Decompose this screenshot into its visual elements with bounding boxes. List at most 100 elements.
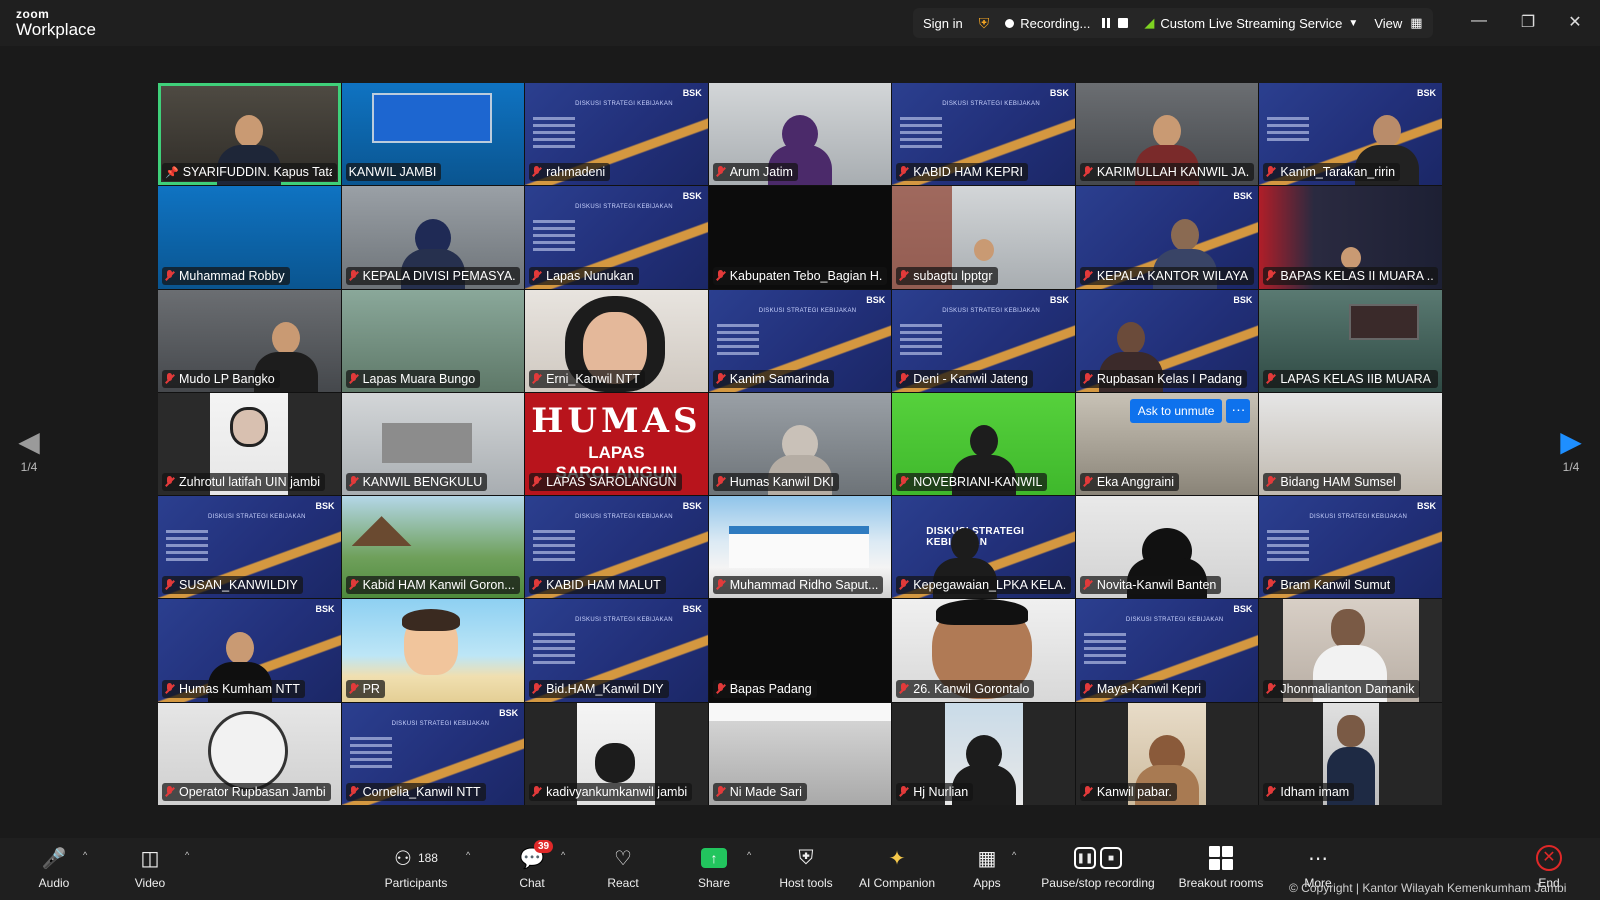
ai-companion-button[interactable]: ✦ AI Companion [856, 844, 938, 891]
video-tile[interactable]: Bidang HAM Sumsel [1259, 392, 1442, 496]
video-tile[interactable]: Mudo LP Bangko [158, 289, 341, 392]
video-tile[interactable]: Jhonmalianton Damanik [1259, 599, 1442, 702]
video-tile[interactable]: BSK DISKUSI STRATEGI KEBIJAKAN Cornelia_… [341, 702, 525, 805]
video-tile[interactable]: Ask to unmute ··· Eka Anggraini [1075, 392, 1259, 496]
video-tile[interactable]: PR [341, 599, 525, 702]
share-options-caret-icon[interactable]: ^ [747, 850, 751, 860]
audio-options-caret-icon[interactable]: ^ [83, 850, 87, 860]
participants-options-caret-icon[interactable]: ^ [466, 850, 470, 860]
video-tile[interactable]: BSK DISKUSI STRATEGI KEBIJAKAN Bid.HAM_K… [525, 599, 708, 702]
tile-more-options-button[interactable]: ··· [1226, 398, 1251, 423]
shield-icon[interactable]: ⛨ [979, 15, 990, 32]
video-tile[interactable]: BSK DISKUSI STRATEGI KEBIJAKAN rahmadeni [525, 83, 708, 186]
muted-mic-icon [165, 476, 175, 488]
live-streaming-dropdown[interactable]: ◢ Custom Live Streaming Service ▼ [1144, 15, 1358, 31]
recording-indicator[interactable]: Recording... [1005, 16, 1129, 31]
video-tile[interactable]: BSK DISKUSI STRATEGI KEBIJAKAN Kanim Sam… [708, 289, 892, 392]
slide-heading-text: DISKUSI STRATEGI KEBIJAKAN [575, 204, 673, 211]
video-tile[interactable]: Kanwil pabar. [1075, 702, 1259, 805]
video-tile[interactable]: BSK DISKUSI STRATEGI KEBIJAKAN Lapas Nun… [525, 186, 708, 289]
video-tile[interactable]: Zuhrotul latifah UIN jambi [158, 392, 341, 496]
video-tile[interactable]: BSK DISKUSI STRATEGI KEBIJAKAN SUSAN_KAN… [158, 496, 341, 599]
slide-brand-text: BSK [1233, 191, 1253, 202]
sign-in-button[interactable]: Sign in [923, 16, 963, 31]
video-tile[interactable]: BSK DISKUSI STRATEGI KEBIJAKAN KABID HAM… [892, 83, 1075, 186]
video-tile[interactable]: Novita-Kanwil Banten [1075, 496, 1259, 599]
participant-name: Rupbasan Kelas I Padang [1096, 371, 1243, 386]
participant-name: Hj Nurlian [913, 784, 969, 799]
pause-icon[interactable] [1102, 18, 1111, 28]
breakout-rooms-button[interactable]: Breakout rooms [1173, 844, 1269, 890]
close-icon[interactable]: ✕ [1565, 12, 1585, 32]
video-tile[interactable]: Hj Nurlian [892, 702, 1075, 805]
react-button[interactable]: ♡ React [605, 844, 641, 891]
video-tile[interactable]: 26. Kanwil Gorontalo [892, 599, 1075, 702]
video-tile[interactable]: BSK KEPALA KANTOR WILAYA... [1075, 186, 1259, 289]
video-tile[interactable]: kadivyankumkanwil jambi [525, 702, 708, 805]
previous-page-button[interactable]: ◀ 1/4 [14, 428, 44, 475]
ai-companion-label: AI Companion [858, 876, 936, 890]
host-tools-button[interactable]: ⛨ Host tools [775, 844, 837, 891]
video-tile[interactable]: Kabupaten Tebo_Bagian H... [708, 186, 892, 289]
video-tile[interactable]: Humas Kanwil DKI [708, 392, 892, 496]
stop-icon[interactable] [1118, 18, 1129, 28]
slide-brand-text: BSK [1233, 604, 1253, 615]
audio-button[interactable]: 🎤 Audio [36, 844, 72, 891]
video-tile[interactable]: Operator Rupbasan Jambi [158, 702, 341, 805]
video-tile[interactable]: KANWIL JAMBI [341, 83, 525, 186]
participant-nametag: KABID HAM KEPRI [896, 163, 1029, 182]
muted-mic-icon [716, 166, 726, 178]
video-tile[interactable]: KANWIL BENGKULU [341, 392, 525, 496]
video-tile[interactable]: BSK DISKUSI STRATEGI KEBIJAKAN Deni - Ka… [892, 289, 1075, 392]
video-tile[interactable]: KEPALA DIVISI PEMASYA... [341, 186, 525, 289]
video-tile[interactable]: Arum Jatim [708, 83, 892, 186]
share-button[interactable]: ↑ Share [696, 844, 732, 890]
video-tile[interactable]: BSK Rupbasan Kelas I Padang [1075, 289, 1259, 392]
participant-nametag: rahmadeni [529, 163, 611, 182]
video-tile[interactable]: KARIMULLAH KANWIL JA... [1075, 83, 1259, 186]
apps-button[interactable]: ▦ Apps [969, 844, 1005, 891]
participant-nametag: kadivyankumkanwil jambi [529, 782, 693, 801]
participants-button[interactable]: ⚇ 188 Participants [381, 844, 451, 891]
video-tile[interactable]: 📌 SYARIFUDDIN. Kapus Tata... [158, 83, 341, 186]
participant-name: Maya-Kanwil Kepri [1096, 681, 1202, 696]
video-camera-icon: ◫ [140, 847, 160, 870]
video-tile[interactable]: Idham imam [1259, 702, 1442, 805]
restore-icon[interactable]: ❐ [1518, 12, 1538, 32]
apps-options-caret-icon[interactable]: ^ [1012, 850, 1016, 860]
video-tile[interactable]: BSK DISKUSI STRATEGI KEBIJAKAN KABID HAM… [525, 496, 708, 599]
participant-nametag: Deni - Kanwil Jateng [896, 369, 1033, 388]
video-tile[interactable]: Bapas Padang [708, 599, 892, 702]
video-tile[interactable]: BSK DISKUSI STRATEGI KEBIJAKAN Bram Kanw… [1259, 496, 1442, 599]
video-tile[interactable]: BAPAS KELAS II MUARA ... [1259, 186, 1442, 289]
participant-name: KEPALA KANTOR WILAYA... [1096, 268, 1250, 283]
video-options-caret-icon[interactable]: ^ [185, 850, 189, 860]
participant-nametag: BAPAS KELAS II MUARA ... [1263, 266, 1438, 285]
participant-nametag: Erni_Kanwil NTT [529, 369, 645, 388]
video-tile[interactable]: Ni Made Sari [708, 702, 892, 805]
pause-stop-recording-button[interactable]: ❚❚ ■ Pause/stop recording [1035, 844, 1161, 890]
video-button[interactable]: ◫ Video [132, 844, 168, 891]
video-tile[interactable]: Muhammad Ridho Saput... [708, 496, 892, 599]
video-tile[interactable]: BSK DISKUSI STRATEGI KEBIJAKAN Maya-Kanw… [1075, 599, 1259, 702]
video-tile[interactable]: BSK Humas Kumham NTT [158, 599, 341, 702]
next-page-button[interactable]: ▶ 1/4 [1556, 428, 1586, 475]
muted-mic-icon [899, 372, 909, 385]
participant-nametag: Muhammad Robby [162, 266, 290, 285]
video-tile[interactable]: Lapas Muara Bungo [341, 289, 525, 392]
video-tile[interactable]: Kabid HAM Kanwil Goron... [341, 496, 525, 599]
view-button[interactable]: View ▦ [1374, 15, 1422, 31]
video-tile[interactable]: NOVEBRIANI-KANWIL [892, 392, 1075, 496]
video-tile[interactable]: LAPAS KELAS IIB MUARA ... [1259, 289, 1442, 392]
chat-button[interactable]: 💬 39 Chat [516, 840, 554, 890]
video-tile[interactable]: subagtu lpptgr [892, 186, 1075, 289]
video-tile[interactable]: Erni_Kanwil NTT [525, 289, 708, 392]
chat-options-caret-icon[interactable]: ^ [561, 850, 565, 860]
video-tile[interactable]: BSK Kanim_Tarakan_ririn [1259, 83, 1442, 186]
video-tile[interactable]: HUMAS LAPAS SAROLANGUN LAPAS SAROLANGUN [525, 392, 708, 496]
muted-mic-icon [1083, 682, 1093, 695]
video-tile[interactable]: Muhammad Robby [158, 186, 341, 289]
ask-to-unmute-button[interactable]: Ask to unmute [1129, 398, 1223, 423]
video-tile[interactable]: DISKUSI STRATEGI KEBIJAKAN Kepegawaian_L… [892, 496, 1075, 599]
minimize-icon[interactable]: — [1469, 12, 1489, 30]
